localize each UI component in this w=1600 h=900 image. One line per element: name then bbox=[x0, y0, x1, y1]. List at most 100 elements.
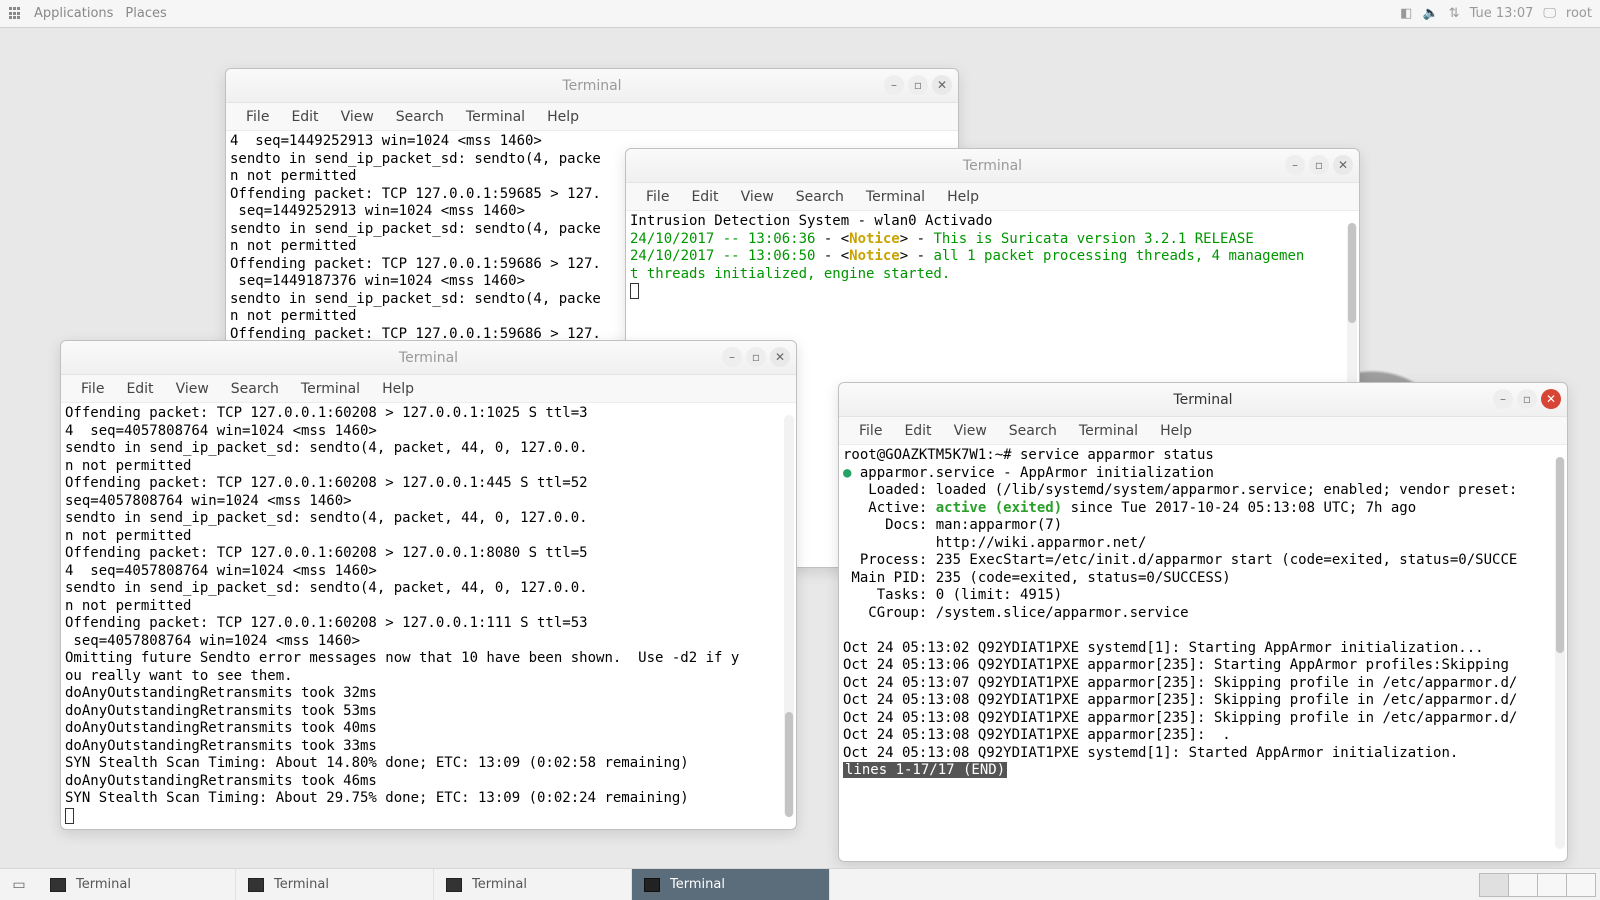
menu-help[interactable]: Help bbox=[937, 185, 989, 209]
terminal-icon bbox=[50, 878, 66, 892]
show-desktop-button[interactable]: ▭ bbox=[0, 869, 38, 900]
places-menu[interactable]: Places bbox=[125, 6, 166, 21]
status-dot-icon: ● bbox=[843, 465, 851, 481]
menu-file[interactable]: File bbox=[71, 377, 114, 401]
menu-file[interactable]: File bbox=[636, 185, 679, 209]
terminal-window-3[interactable]: Terminal – ▫ ✕ File Edit View Search Ter… bbox=[60, 340, 797, 830]
menu-edit[interactable]: Edit bbox=[894, 419, 941, 443]
taskbar-item-label: Terminal bbox=[670, 877, 725, 892]
menu-help[interactable]: Help bbox=[1150, 419, 1202, 443]
menubar: File Edit View Search Terminal Help bbox=[61, 375, 796, 403]
log-line: Oct 24 05:13:02 Q92YDIAT1PXE systemd[1]:… bbox=[843, 640, 1484, 656]
terminal-output[interactable]: root@GOAZKTM5K7W1:~# service apparmor st… bbox=[839, 445, 1567, 861]
scrollbar[interactable] bbox=[1555, 457, 1565, 849]
menu-view[interactable]: View bbox=[166, 377, 219, 401]
minimize-button[interactable]: – bbox=[722, 347, 742, 367]
workspace-1[interactable] bbox=[1479, 873, 1509, 897]
workspace-2[interactable] bbox=[1508, 873, 1538, 897]
taskbar-item[interactable]: Terminal bbox=[236, 869, 434, 900]
terminal-output[interactable]: Offending packet: TCP 127.0.0.1:60208 > … bbox=[61, 403, 796, 829]
menu-file[interactable]: File bbox=[236, 105, 279, 129]
menu-search[interactable]: Search bbox=[999, 419, 1067, 443]
minimize-button[interactable]: – bbox=[884, 75, 904, 95]
menu-edit[interactable]: Edit bbox=[681, 185, 728, 209]
active-since: since Tue 2017-10-24 05:13:08 UTC; 7h ag… bbox=[1062, 500, 1416, 516]
log-msg: This is Suricata version 3.2.1 RELEASE bbox=[933, 231, 1253, 247]
tray-network-icon[interactable]: ⇅ bbox=[1449, 6, 1460, 21]
window-title: Terminal bbox=[399, 350, 458, 366]
log-level: Notice bbox=[849, 248, 900, 264]
scrollbar[interactable] bbox=[784, 415, 794, 817]
output-text: Offending packet: TCP 127.0.0.1:60208 > … bbox=[65, 405, 739, 806]
terminal-icon bbox=[248, 878, 264, 892]
taskbar-item[interactable]: Terminal bbox=[434, 869, 632, 900]
tasks-line: Tasks: 0 (limit: 4915) bbox=[843, 587, 1062, 603]
terminal-icon bbox=[446, 878, 462, 892]
log-line: Oct 24 05:13:08 Q92YDIAT1PXE systemd[1]:… bbox=[843, 745, 1458, 761]
cursor bbox=[630, 283, 639, 299]
window-title: Terminal bbox=[562, 78, 621, 94]
titlebar[interactable]: Terminal – ▫ ✕ bbox=[61, 341, 796, 375]
active-label: Active: bbox=[843, 500, 936, 516]
workspace-4[interactable] bbox=[1566, 873, 1596, 897]
menu-view[interactable]: View bbox=[731, 185, 784, 209]
taskbar-item[interactable]: Terminal bbox=[38, 869, 236, 900]
close-button[interactable]: ✕ bbox=[932, 75, 952, 95]
timestamp: 24/10/2017 -- 13:06:50 bbox=[630, 248, 815, 264]
titlebar[interactable]: Terminal – ▫ ✕ bbox=[839, 383, 1567, 417]
clock[interactable]: Tue 13:07 bbox=[1470, 6, 1534, 21]
applications-menu[interactable]: Applications bbox=[34, 6, 113, 21]
ids-header: Intrusion Detection System - wlan0 Activ… bbox=[630, 213, 992, 229]
minimize-button[interactable]: – bbox=[1285, 155, 1305, 175]
menu-view[interactable]: View bbox=[944, 419, 997, 443]
tray-display-icon[interactable]: 🖵 bbox=[1543, 6, 1556, 21]
active-status: active (exited) bbox=[936, 500, 1062, 516]
close-button[interactable]: ✕ bbox=[1541, 389, 1561, 409]
menu-view[interactable]: View bbox=[331, 105, 384, 129]
log-line: Oct 24 05:13:08 Q92YDIAT1PXE apparmor[23… bbox=[843, 692, 1517, 708]
menu-file[interactable]: File bbox=[849, 419, 892, 443]
maximize-button[interactable]: ▫ bbox=[908, 75, 928, 95]
user-label[interactable]: root bbox=[1566, 6, 1592, 21]
titlebar[interactable]: Terminal – ▫ ✕ bbox=[226, 69, 958, 103]
taskbar-item-label: Terminal bbox=[274, 877, 329, 892]
menu-search[interactable]: Search bbox=[786, 185, 854, 209]
log-line: Oct 24 05:13:06 Q92YDIAT1PXE apparmor[23… bbox=[843, 657, 1509, 673]
terminal-window-4[interactable]: Terminal – ▫ ✕ File Edit View Search Ter… bbox=[838, 382, 1568, 862]
prompt-line: root@GOAZKTM5K7W1:~# service apparmor st… bbox=[843, 447, 1214, 463]
maximize-button[interactable]: ▫ bbox=[1517, 389, 1537, 409]
log-line: Oct 24 05:13:08 Q92YDIAT1PXE apparmor[23… bbox=[843, 710, 1517, 726]
log-line: Oct 24 05:13:07 Q92YDIAT1PXE apparmor[23… bbox=[843, 675, 1517, 691]
menu-terminal[interactable]: Terminal bbox=[291, 377, 370, 401]
cgroup-line: CGroup: /system.slice/apparmor.service bbox=[843, 605, 1189, 621]
maximize-button[interactable]: ▫ bbox=[1309, 155, 1329, 175]
log-msg: all 1 packet processing threads, 4 manag… bbox=[933, 248, 1304, 264]
menu-edit[interactable]: Edit bbox=[281, 105, 328, 129]
menu-edit[interactable]: Edit bbox=[116, 377, 163, 401]
taskbar-item-label: Terminal bbox=[76, 877, 131, 892]
workspace-3[interactable] bbox=[1537, 873, 1567, 897]
top-panel: Applications Places ◧ 🔈 ⇅ Tue 13:07 🖵 ro… bbox=[0, 0, 1600, 28]
menubar: File Edit View Search Terminal Help bbox=[839, 417, 1567, 445]
pager-status: lines 1-17/17 (END) bbox=[843, 762, 1007, 778]
taskbar-item-label: Terminal bbox=[472, 877, 527, 892]
tray-recorder-icon[interactable]: ◧ bbox=[1400, 6, 1412, 21]
menu-terminal[interactable]: Terminal bbox=[456, 105, 535, 129]
maximize-button[interactable]: ▫ bbox=[746, 347, 766, 367]
menu-terminal[interactable]: Terminal bbox=[856, 185, 935, 209]
minimize-button[interactable]: – bbox=[1493, 389, 1513, 409]
menubar: File Edit View Search Terminal Help bbox=[226, 103, 958, 131]
menu-search[interactable]: Search bbox=[386, 105, 454, 129]
service-header: apparmor.service - AppArmor initializati… bbox=[860, 465, 1214, 481]
titlebar[interactable]: Terminal – ▫ ✕ bbox=[626, 149, 1359, 183]
close-button[interactable]: ✕ bbox=[770, 347, 790, 367]
menu-help[interactable]: Help bbox=[537, 105, 589, 129]
menu-help[interactable]: Help bbox=[372, 377, 424, 401]
taskbar-item-active[interactable]: Terminal bbox=[632, 869, 830, 900]
menu-search[interactable]: Search bbox=[221, 377, 289, 401]
apps-grid-icon[interactable] bbox=[8, 7, 22, 21]
tray-volume-icon[interactable]: 🔈 bbox=[1422, 6, 1438, 21]
timestamp: 24/10/2017 -- 13:06:36 bbox=[630, 231, 815, 247]
close-button[interactable]: ✕ bbox=[1333, 155, 1353, 175]
menu-terminal[interactable]: Terminal bbox=[1069, 419, 1148, 443]
